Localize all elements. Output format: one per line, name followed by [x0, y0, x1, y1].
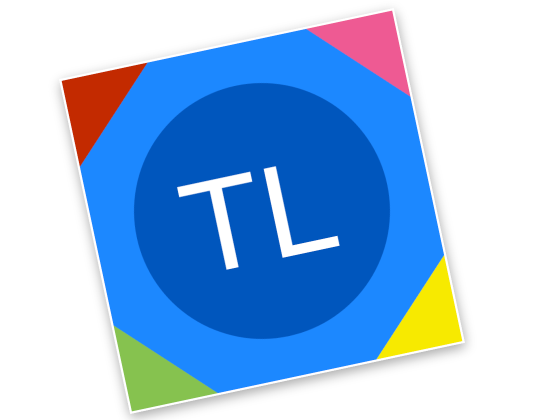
app-icon-canvas: TL [0, 0, 560, 420]
app-icon: TL [59, 8, 465, 414]
tilted-logo-tile: TL [59, 8, 465, 414]
logo-text: TL [168, 128, 349, 304]
